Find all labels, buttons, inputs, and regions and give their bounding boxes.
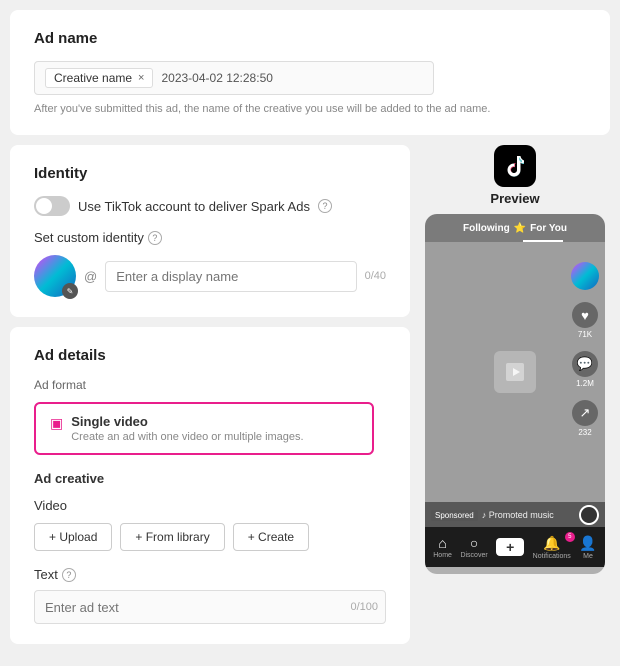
custom-identity-label-text: Set custom identity [34, 230, 144, 245]
preview-column: Preview Following ⭐ For You [420, 145, 610, 644]
text-section-label: Text ? [34, 567, 386, 582]
custom-identity-row: Set custom identity ? [34, 230, 386, 245]
date-value: 2023-04-02 12:28:50 [161, 71, 272, 85]
upload-btn[interactable]: + Upload [34, 523, 112, 551]
ad-name-title: Ad name [34, 30, 586, 47]
nav-discover: ○ Discover [460, 535, 487, 559]
text-info-icon[interactable]: ? [62, 568, 76, 582]
avatar[interactable]: ✎ [34, 255, 76, 297]
format-option-text: Single video Create an ad with one video… [71, 414, 303, 443]
sponsored-badge: Sponsored [431, 510, 478, 521]
right-side-icons: ♥ 71K 💬 1.2M ↗ 232 [571, 262, 599, 437]
format-option-desc: Create an ad with one video or multiple … [71, 431, 303, 443]
tiktok-logo-icon [502, 153, 528, 179]
add-btn-icon: + [496, 538, 524, 556]
left-column: Identity Use TikTok account to deliver S… [10, 145, 410, 644]
tiktok-logo-area: Preview [490, 145, 539, 206]
nav-home: ⌂ Home [433, 535, 452, 559]
nav-notifications: 🔔 5 Notifications [533, 535, 571, 560]
ad-text-wrapper: 0/100 [34, 590, 386, 624]
spark-ads-toggle-row: Use TikTok account to deliver Spark Ads … [34, 196, 386, 216]
comment-count: 1.2M [576, 379, 594, 388]
display-name-char-count: 0/40 [365, 270, 386, 282]
phone-preview: Following ⭐ For You [425, 214, 605, 574]
format-option-title: Single video [71, 414, 303, 429]
home-icon: ⌂ [438, 535, 446, 551]
custom-identity-info-icon[interactable]: ? [148, 231, 162, 245]
preview-avatar [571, 262, 599, 290]
ad-text-input[interactable] [34, 590, 386, 624]
display-name-input[interactable] [105, 261, 356, 292]
like-count: 71K [578, 330, 592, 339]
music-disc-icon [579, 505, 599, 525]
tiktok-logo-box [494, 145, 536, 187]
ad-format-label: Ad format [34, 378, 386, 392]
sponsored-bar: Sponsored ♪ Promoted music [425, 502, 605, 527]
at-symbol: @ [84, 269, 97, 284]
for-you-label: For You [530, 223, 567, 234]
nav-add[interactable]: + [496, 538, 524, 556]
text-label-text: Text [34, 567, 58, 582]
single-video-option[interactable]: ▣ Single video Create an ad with one vid… [34, 402, 374, 455]
discover-label: Discover [460, 552, 487, 559]
ad-name-input-row[interactable]: Creative name × 2023-04-02 12:28:50 [34, 61, 434, 95]
ad-creative-label: Ad creative [34, 471, 386, 486]
identity-card: Identity Use TikTok account to deliver S… [10, 145, 410, 317]
identity-input-row: ✎ @ 0/40 [34, 255, 386, 297]
video-label: Video [34, 498, 386, 513]
ad-name-helper: After you've submitted this ad, the name… [34, 103, 586, 115]
comment-icon: 💬 [572, 351, 598, 377]
tag-close-btn[interactable]: × [138, 72, 144, 84]
main-row: Identity Use TikTok account to deliver S… [10, 145, 610, 644]
notifications-label: Notifications [533, 553, 571, 560]
avatar-edit-badge[interactable]: ✎ [62, 283, 78, 299]
notification-badge: 5 [565, 532, 575, 542]
star-icon: ⭐ [514, 223, 526, 234]
phone-video-area: ♥ 71K 💬 1.2M ↗ 232 [425, 242, 605, 502]
video-placeholder-icon [494, 351, 536, 393]
nav-me: 👤 Me [579, 535, 596, 560]
notifications-icon: 🔔 [543, 535, 560, 552]
spark-ads-toggle[interactable] [34, 196, 70, 216]
like-icon: ♥ [572, 302, 598, 328]
spark-ads-info-icon[interactable]: ? [318, 199, 332, 213]
me-icon: 👤 [579, 535, 596, 552]
video-format-icon: ▣ [50, 415, 63, 432]
comment-group: 💬 1.2M [572, 351, 598, 388]
ad-details-card: Ad details Ad format ▣ Single video Crea… [10, 327, 410, 644]
share-icon: ↗ [572, 400, 598, 426]
ad-name-card: Ad name Creative name × 2023-04-02 12:28… [10, 10, 610, 135]
following-label: Following [463, 223, 510, 234]
home-label: Home [433, 552, 452, 559]
create-btn[interactable]: + Create [233, 523, 309, 551]
discover-icon: ○ [470, 535, 478, 551]
play-icon [504, 361, 526, 383]
share-count: 232 [578, 428, 591, 437]
preview-label: Preview [490, 191, 539, 206]
ad-text-char-count: 0/100 [350, 601, 378, 613]
share-group: ↗ 232 [572, 400, 598, 437]
spark-ads-label: Use TikTok account to deliver Spark Ads [78, 199, 310, 214]
phone-top-bar: Following ⭐ For You [425, 214, 605, 242]
video-button-row: + Upload + From library + Create [34, 523, 386, 551]
page-container: Ad name Creative name × 2023-04-02 12:28… [0, 0, 620, 666]
phone-bottom-nav: ⌂ Home ○ Discover + 🔔 5 Notifications [425, 527, 605, 567]
identity-title: Identity [34, 165, 386, 182]
tag-label: Creative name [54, 71, 132, 85]
from-library-btn[interactable]: + From library [120, 523, 224, 551]
like-group: ♥ 71K [572, 302, 598, 339]
creative-name-tag[interactable]: Creative name × [45, 68, 153, 88]
ad-details-title: Ad details [34, 347, 386, 364]
promoted-music-text: ♪ Promoted music [482, 510, 575, 520]
me-label: Me [583, 553, 593, 560]
